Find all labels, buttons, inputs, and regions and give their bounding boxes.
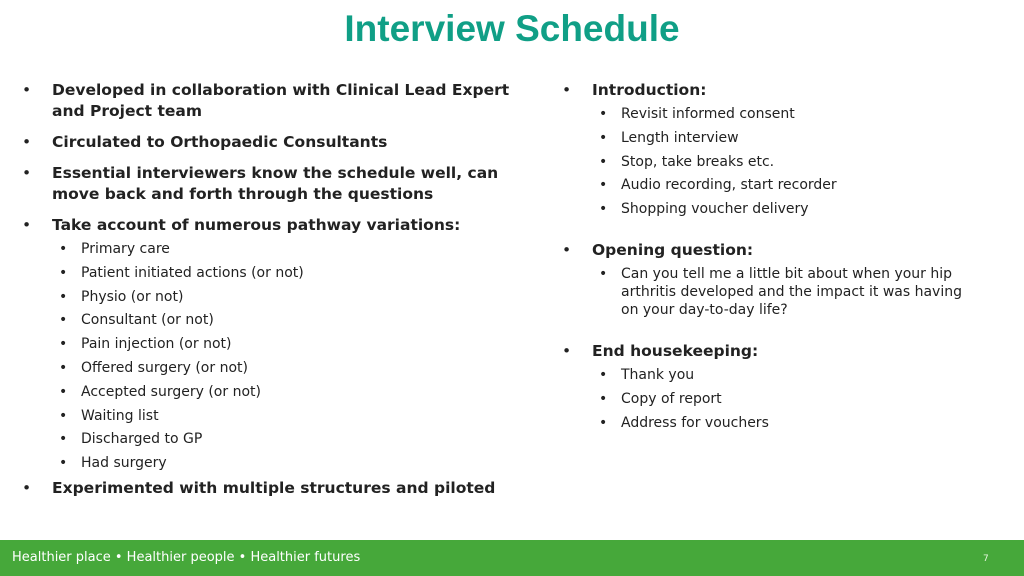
sub-bullet-text: Waiting list bbox=[81, 407, 159, 424]
footer-bar: Healthier place • Healthier people • Hea… bbox=[0, 540, 1024, 576]
bullet-icon: • bbox=[562, 342, 572, 361]
sub-bullet-item: • Audio recording, start recorder bbox=[562, 176, 982, 194]
bullet-text: Developed in collaboration with Clinical… bbox=[52, 81, 510, 120]
bullet-icon: • bbox=[59, 407, 68, 424]
section-heading-text: End housekeeping: bbox=[592, 342, 759, 361]
sub-bullet-item: • Length interview bbox=[562, 129, 982, 147]
section-heading: • End housekeeping: bbox=[562, 341, 982, 362]
bullet-icon: • bbox=[22, 133, 32, 151]
sub-bullet-text: Can you tell me a little bit about when … bbox=[621, 266, 962, 319]
sub-bullet-item: • Can you tell me a little bit about when… bbox=[562, 265, 982, 319]
bullet-icon: • bbox=[599, 266, 608, 283]
bullet-icon: • bbox=[599, 367, 608, 384]
page-number: 7 bbox=[983, 554, 989, 564]
bullet-icon: • bbox=[59, 312, 68, 329]
bullet-icon: • bbox=[59, 264, 68, 281]
bullet-text: Essential interviewers know the schedule… bbox=[52, 164, 499, 203]
bullet-icon: • bbox=[59, 383, 68, 400]
sub-bullet-text: Pain injection (or not) bbox=[81, 336, 232, 353]
sub-bullet-text: Thank you bbox=[621, 367, 695, 384]
section-heading: • Opening question: bbox=[562, 240, 982, 261]
bullet-icon: • bbox=[59, 288, 68, 305]
bullet-icon: • bbox=[562, 241, 572, 260]
bullet-icon: • bbox=[59, 431, 68, 448]
bullet-text: Take account of numerous pathway variati… bbox=[52, 216, 461, 234]
sub-bullet-item: • Revisit informed consent bbox=[562, 105, 982, 123]
sub-bullet-text: Stop, take breaks etc. bbox=[621, 153, 775, 170]
sub-bullet-item: • Shopping voucher delivery bbox=[562, 200, 982, 218]
sub-bullet-item: • Primary care bbox=[22, 240, 522, 258]
sub-bullet-text: Had surgery bbox=[81, 455, 167, 472]
sub-bullet-item: • Patient initiated actions (or not) bbox=[22, 264, 522, 282]
sub-bullet-item: • Pain injection (or not) bbox=[22, 335, 522, 353]
right-column: • Introduction: • Revisit informed consen… bbox=[562, 80, 982, 438]
sub-bullet-item: • Consultant (or not) bbox=[22, 311, 522, 329]
sub-bullet-text: Length interview bbox=[621, 129, 739, 146]
bullet-item: • Developed in collaboration with Clinic… bbox=[22, 80, 522, 122]
sub-bullet-item: • Accepted surgery (or not) bbox=[22, 383, 522, 401]
bullet-icon: • bbox=[599, 153, 608, 170]
footer-tagline: Healthier place • Healthier people • Hea… bbox=[12, 550, 361, 565]
bullet-text: Experimented with multiple structures an… bbox=[52, 478, 496, 497]
sub-bullet-text: Discharged to GP bbox=[81, 431, 203, 448]
bullet-item: • Experimented with multiple structures … bbox=[22, 478, 522, 499]
bullet-item: • Take account of numerous pathway varia… bbox=[22, 215, 522, 236]
sub-bullet-item: • Had surgery bbox=[22, 454, 522, 472]
sub-bullet-text: Revisit informed consent bbox=[621, 106, 795, 122]
bullet-icon: • bbox=[599, 414, 608, 431]
sub-bullet-item: • Physio (or not) bbox=[22, 288, 522, 306]
section-opening-question: • Opening question: • Can you tell me a l… bbox=[562, 240, 982, 319]
bullet-icon: • bbox=[22, 216, 32, 234]
bullet-item: • Essential interviewers know the schedu… bbox=[22, 163, 522, 205]
bullet-icon: • bbox=[562, 81, 572, 99]
bullet-icon: • bbox=[599, 390, 608, 407]
section-heading-text: Opening question: bbox=[592, 241, 754, 260]
sub-bullet-item: • Thank you bbox=[562, 366, 982, 384]
left-column: • Developed in collaboration with Clinic… bbox=[22, 80, 522, 499]
pathway-variations-list: • Primary care • Patient initiated actions… bbox=[22, 240, 522, 472]
sub-bullet-text: Offered surgery (or not) bbox=[81, 359, 248, 376]
sub-bullet-text: Shopping voucher delivery bbox=[621, 201, 809, 218]
sub-bullet-item: • Discharged to GP bbox=[22, 430, 522, 448]
bullet-icon: • bbox=[599, 106, 608, 122]
bullet-icon: • bbox=[59, 241, 68, 257]
sub-bullet-text: Patient initiated actions (or not) bbox=[81, 264, 304, 281]
sub-bullet-text: Copy of report bbox=[621, 390, 722, 407]
sub-bullet-text: Primary care bbox=[81, 241, 170, 257]
bullet-icon: • bbox=[599, 129, 608, 146]
bullet-icon: • bbox=[599, 177, 608, 194]
bullet-icon: • bbox=[22, 478, 32, 497]
sub-bullet-item: • Waiting list bbox=[22, 407, 522, 425]
sub-bullet-item: • Offered surgery (or not) bbox=[22, 359, 522, 377]
sub-bullet-text: Consultant (or not) bbox=[81, 312, 214, 329]
bullet-icon: • bbox=[22, 81, 32, 99]
sub-bullet-item: • Stop, take breaks etc. bbox=[562, 153, 982, 171]
sub-bullet-text: Address for vouchers bbox=[621, 414, 769, 431]
section-heading: • Introduction: bbox=[562, 80, 982, 101]
bullet-icon: • bbox=[59, 359, 68, 376]
bullet-text: Circulated to Orthopaedic Consultants bbox=[52, 133, 388, 151]
sub-bullet-text: Accepted surgery (or not) bbox=[81, 383, 261, 400]
sub-bullet-text: Audio recording, start recorder bbox=[621, 177, 837, 194]
sub-bullet-item: • Copy of report bbox=[562, 390, 982, 408]
section-heading-text: Introduction: bbox=[592, 81, 707, 99]
bullet-icon: • bbox=[59, 455, 68, 472]
slide-title: Interview Schedule bbox=[344, 8, 680, 49]
sub-bullet-item: • Address for vouchers bbox=[562, 414, 982, 432]
sub-bullet-text: Physio (or not) bbox=[81, 288, 184, 305]
section-introduction: • Introduction: • Revisit informed consen… bbox=[562, 80, 982, 218]
bullet-icon: • bbox=[599, 201, 608, 218]
bullet-icon: • bbox=[59, 336, 68, 353]
bullet-item: • Circulated to Orthopaedic Consultants bbox=[22, 132, 522, 153]
section-end-housekeeping: • End housekeeping: • Thank you • Copy of … bbox=[562, 341, 982, 432]
bullet-icon: • bbox=[22, 164, 32, 182]
